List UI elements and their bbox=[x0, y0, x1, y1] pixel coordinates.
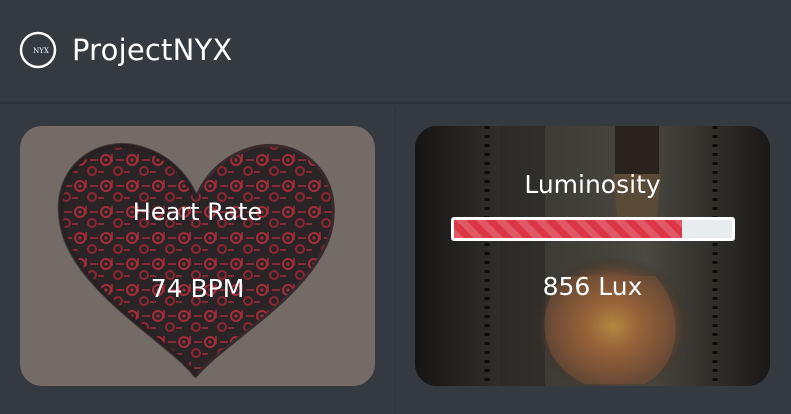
navbar: NYX ProjectNYX bbox=[0, 0, 791, 104]
heart-rate-card: Heart Rate 74 BPM bbox=[20, 126, 375, 386]
crescent-moon-icon[interactable]: NYX bbox=[18, 30, 58, 70]
light-bulb-icon bbox=[415, 126, 770, 386]
heart-rate-value: 74 BPM bbox=[150, 274, 245, 303]
luminosity-value: 856 Lux bbox=[542, 272, 643, 301]
luminosity-progress-fill bbox=[454, 220, 682, 238]
heart-rate-title: Heart Rate bbox=[132, 198, 263, 226]
column-divider bbox=[395, 106, 396, 414]
luminosity-title: Luminosity bbox=[524, 170, 661, 199]
luminosity-card: Luminosity 856 Lux bbox=[415, 126, 770, 386]
brand-name[interactable]: ProjectNYX bbox=[72, 30, 233, 70]
mechanical-heart-icon bbox=[57, 142, 335, 379]
dashboard-content: Heart Rate 74 BPM Luminosity 856 Lux bbox=[0, 106, 791, 414]
luminosity-progress-bar bbox=[451, 217, 735, 241]
logo-text: NYX bbox=[33, 47, 49, 55]
